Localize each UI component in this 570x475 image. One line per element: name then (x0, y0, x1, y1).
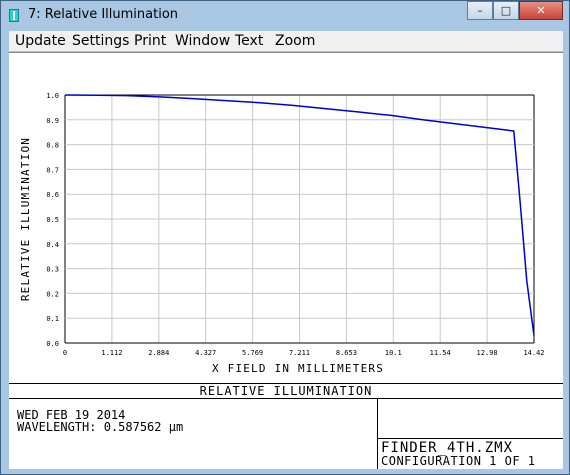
y-tick-label: 0.0 (46, 340, 59, 348)
y-tick-label: 0.5 (46, 216, 59, 224)
menu-update[interactable]: Update (15, 33, 66, 49)
y-tick-label: 0.7 (46, 166, 59, 174)
configuration-label: CONFIGURATION 1 OF 1 (381, 454, 536, 468)
x-tick-label: 11.54 (430, 349, 451, 357)
x-tick-label: 4.327 (195, 349, 216, 357)
x-tick-label: 10.1 (385, 349, 402, 357)
x-tick-label: 1.112 (101, 349, 122, 357)
y-tick-label: 0.8 (46, 142, 59, 150)
wavelength-label: WAVELENGTH: 0.587562 µm (17, 420, 184, 434)
menu-text[interactable]: Text (235, 33, 263, 49)
plot-area: 0 1.112 2.884 4.327 5.769 7.211 8.653 10.1 11.54… (9, 52, 563, 469)
x-tick-label: 2.884 (148, 349, 169, 357)
menu-window[interactable]: Window (175, 33, 230, 49)
file-box-rule (377, 438, 563, 439)
minimize-button[interactable]: – (467, 1, 493, 20)
x-tick-label: 12.98 (477, 349, 498, 357)
y-tick-label: 1.0 (46, 92, 59, 100)
y-tick-label: 0.4 (46, 241, 59, 249)
x-axis-title: X FIELD IN MILLIMETERS (212, 362, 384, 375)
menu-print[interactable]: Print (134, 33, 166, 49)
y-tick-label: 0.3 (46, 266, 59, 274)
x-tick-label: 5.769 (242, 349, 263, 357)
app-icon[interactable] (9, 9, 19, 22)
footer-divider (377, 399, 378, 469)
x-tick-label: 14.42 (523, 349, 544, 357)
relative-illumination-chart: 0 1.112 2.884 4.327 5.769 7.211 8.653 10.1 11.54… (19, 92, 545, 375)
x-tick-label: 7.211 (289, 349, 310, 357)
y-tick-label: 0.1 (46, 315, 59, 323)
y-axis-title: RELATIVE ILLUMINATION (19, 137, 32, 301)
close-button[interactable]: ✕ (519, 1, 563, 20)
x-tick-label: 0 (63, 349, 67, 357)
caption-buttons: – □ ✕ (467, 1, 563, 21)
title-bottom-rule (9, 398, 563, 399)
window-title: 7: Relative Illumination (28, 7, 179, 22)
y-tick-label: 0.2 (46, 290, 59, 298)
menu-settings[interactable]: Settings (72, 33, 129, 49)
y-tick-label: 0.6 (46, 191, 59, 199)
y-tick-label: 0.9 (46, 117, 59, 125)
maximize-button[interactable]: □ (493, 1, 519, 20)
menu-zoom[interactable]: Zoom (275, 33, 315, 49)
title-bar[interactable]: 7: Relative Illumination – □ ✕ (1, 1, 569, 30)
app-window: 7: Relative Illumination – □ ✕ Update Se… (0, 0, 570, 475)
chart-title: RELATIVE ILLUMINATION (199, 384, 373, 398)
x-tick-label: 8.653 (336, 349, 357, 357)
menu-bar: Update Settings Print Window Text Zoom (9, 31, 563, 51)
